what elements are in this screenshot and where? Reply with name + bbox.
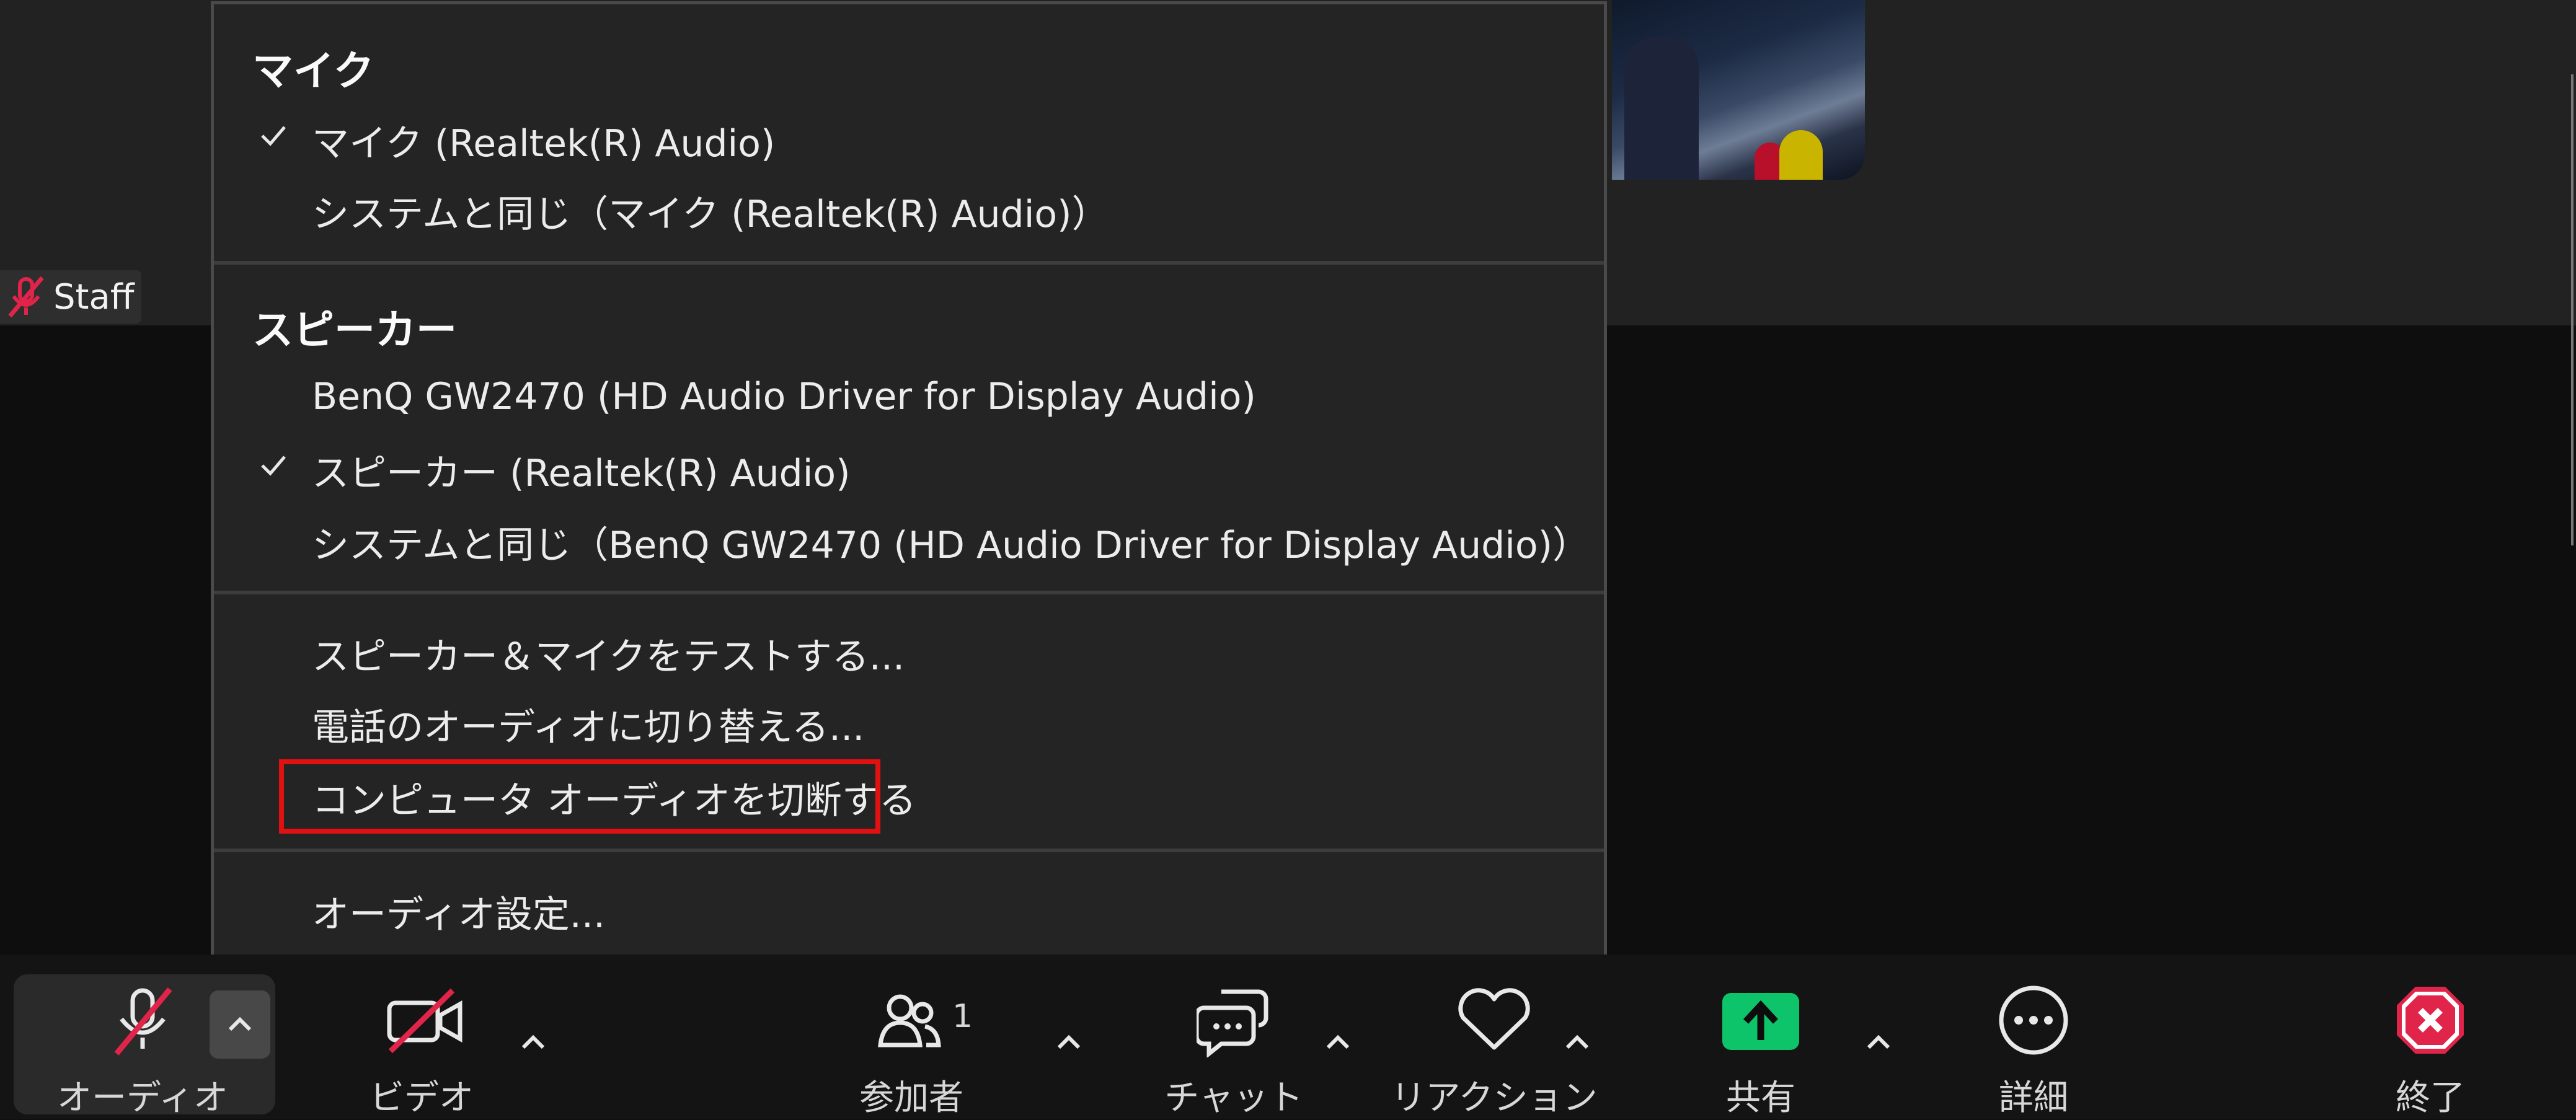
menu-divider: [214, 261, 1604, 265]
audio-options-menu: マイク マイク (Realtek(R) Audio) システムと同じ（マイク (…: [211, 1, 1607, 962]
share-arrow-icon: [1722, 993, 1799, 1050]
mic-section-header: マイク: [252, 47, 374, 95]
share-label: 共有: [1726, 1078, 1795, 1118]
speaker-section-header: スピーカー: [252, 306, 457, 354]
video-label: ビデオ: [370, 1078, 474, 1118]
menu-divider: [214, 849, 1604, 852]
mic-muted-icon: [7, 275, 45, 319]
more-button[interactable]: 詳細: [1959, 955, 2108, 1119]
audio-label: オーディオ: [56, 1078, 229, 1118]
end-label: 終了: [2396, 1078, 2465, 1118]
scrollbar[interactable]: [2571, 74, 2574, 545]
menu-divider: [214, 591, 1604, 594]
chevron-up-icon[interactable]: [1860, 1024, 1897, 1061]
participant-video-thumbnail[interactable]: [1612, 0, 1865, 180]
menu-item-speaker-benq[interactable]: BenQ GW2470 (HD Audio Driver for Display…: [312, 375, 1256, 418]
video-button[interactable]: ビデオ: [347, 955, 496, 1119]
chevron-up-icon[interactable]: [1050, 1024, 1087, 1061]
participant-name: Staff: [53, 276, 135, 317]
chevron-up-icon: [228, 1016, 252, 1031]
chat-icon: [1197, 989, 1268, 1057]
participants-count: 1: [952, 998, 973, 1035]
check-icon: [261, 456, 286, 476]
mic-muted-icon: [114, 987, 172, 1056]
menu-item-speaker-realtek[interactable]: スピーカー (Realtek(R) Audio): [312, 443, 851, 497]
chevron-up-icon[interactable]: [1559, 1024, 1596, 1061]
chat-button[interactable]: チャット: [1159, 955, 1308, 1119]
participants-icon: [878, 994, 941, 1047]
more-options-icon: [1999, 986, 2068, 1055]
participant-name-tag: Staff: [0, 270, 141, 324]
end-meeting-button[interactable]: 終了: [2356, 955, 2505, 1119]
menu-item-switch-phone-audio[interactable]: 電話のオーディオに切り替える...: [312, 697, 864, 751]
chat-label: チャット: [1164, 1078, 1303, 1118]
chevron-up-icon[interactable]: [515, 1024, 552, 1061]
menu-item-test-audio[interactable]: スピーカー＆マイクをテストする...: [312, 627, 905, 681]
menu-item-mic-system[interactable]: システムと同じ（マイク (Realtek(R) Audio)）: [312, 184, 1109, 238]
check-icon: [261, 126, 286, 146]
participants-button[interactable]: 1 参加者: [831, 955, 992, 1119]
end-meeting-icon: [2397, 987, 2464, 1054]
share-screen-button[interactable]: 共有: [1686, 955, 1835, 1119]
highlight-box: [279, 759, 880, 834]
reactions-label: リアクション: [1391, 1078, 1598, 1118]
participants-label: 参加者: [859, 1078, 963, 1118]
meeting-toolbar: オーディオ ビデオ 1 参加者 チャット リアクション 共有 詳細 終了: [0, 955, 2576, 1119]
menu-item-mic-realtek[interactable]: マイク (Realtek(R) Audio): [312, 113, 775, 167]
more-label: 詳細: [1999, 1078, 2068, 1118]
menu-item-audio-settings[interactable]: オーディオ設定...: [312, 884, 605, 938]
menu-item-speaker-system[interactable]: システムと同じ（BenQ GW2470 (HD Audio Driver for…: [312, 515, 1590, 569]
heart-icon: [1458, 988, 1530, 1050]
chevron-up-icon[interactable]: [1319, 1024, 1357, 1061]
video-off-icon: [387, 988, 463, 1054]
audio-options-caret-button[interactable]: [210, 990, 270, 1059]
